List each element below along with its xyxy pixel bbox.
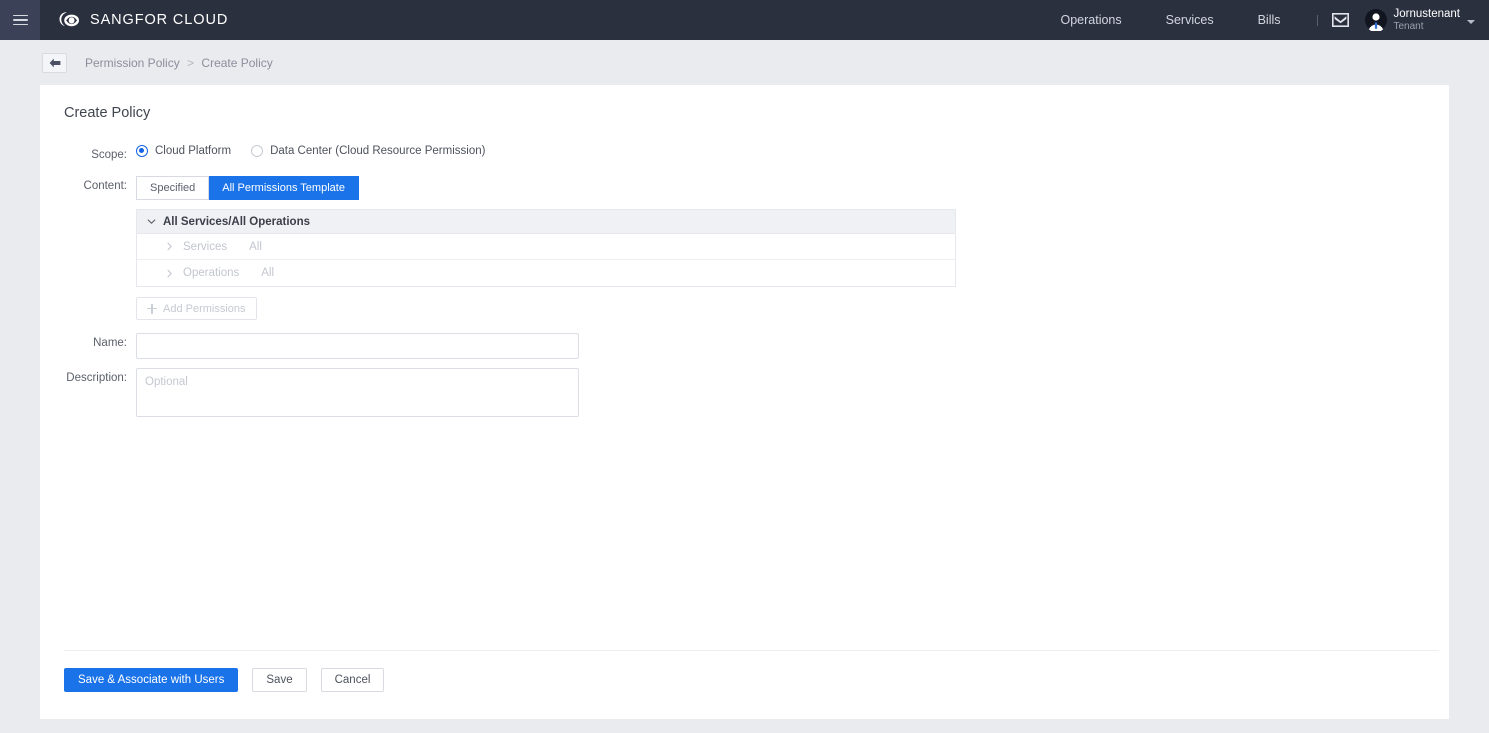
permission-tree-header-label: All Services/All Operations (163, 215, 311, 228)
tree-row-services-key: Services (183, 240, 228, 253)
plus-icon (147, 303, 157, 314)
breadcrumb-current: Create Policy (201, 55, 273, 70)
user-role: Tenant (1393, 20, 1424, 32)
brand-title: SANGFOR CLOUD (90, 12, 229, 28)
footer-divider (64, 650, 1439, 651)
chevron-right-icon (167, 242, 172, 251)
tree-row-operations-key: Operations (183, 267, 240, 279)
brand[interactable]: SANGFOR CLOUD (56, 9, 228, 31)
content-label: Content: (83, 180, 127, 192)
permission-tree: All Services/All Operations Services All (136, 209, 956, 287)
tree-row-operations[interactable]: Operations All (137, 260, 955, 286)
tree-row-operations-value: All (261, 267, 275, 279)
cloud-logo-icon (59, 12, 79, 27)
top-navigation: Operations Services Bills Jornustenant T… (1038, 0, 1489, 40)
permission-tree-header[interactable]: All Services/All Operations (137, 210, 955, 234)
tree-row-services-value: All (249, 240, 262, 253)
top-header-bar: SANGFOR CLOUD Operations Services Bills … (0, 0, 1489, 40)
form-row-description: Description: (40, 368, 1449, 417)
radio-label-data-center: Data Center (Cloud Resource Permission) (270, 145, 486, 157)
footer-action-bar: Save & Associate with Users Save Cancel (64, 668, 385, 692)
tree-row-services[interactable]: Services All (137, 234, 955, 260)
page-title: Create Policy (64, 105, 151, 121)
chevron-right-icon (167, 269, 172, 277)
radio-indicator-unselected (251, 145, 264, 157)
user-menu[interactable]: Jornustenant Tenant (1355, 0, 1489, 40)
breadcrumb-parent[interactable]: Permission Policy (85, 56, 180, 70)
form-row-scope: Scope: Cloud Platform Data Center (Cloud… (40, 145, 1449, 171)
radio-data-center[interactable]: Data Center (Cloud Resource Permission) (251, 145, 485, 157)
description-textarea[interactable] (136, 368, 579, 417)
scope-radio-group: Cloud Platform Data Center (Cloud Resour… (136, 145, 505, 157)
back-button[interactable] (42, 52, 67, 73)
hamburger-icon (12, 14, 28, 26)
menu-toggle-button[interactable] (0, 0, 40, 40)
permission-tree-wrapper: All Services/All Operations Services All (136, 209, 956, 320)
cancel-button[interactable]: Cancel (320, 668, 385, 692)
radio-cloud-platform[interactable]: Cloud Platform (136, 145, 231, 157)
user-name: Jornustenant (1393, 7, 1461, 20)
user-identity: Jornustenant Tenant (1394, 8, 1461, 33)
create-policy-form: Scope: Cloud Platform Data Center (Cloud… (40, 145, 1449, 417)
content-tab-group: Specified All Permissions Template (136, 176, 956, 200)
nav-item-bills[interactable]: Bills (1236, 0, 1303, 40)
add-permissions-button: Add Permissions (136, 297, 257, 320)
nav-item-operations[interactable]: Operations (1038, 0, 1143, 40)
radio-indicator-selected (136, 145, 148, 157)
arrow-left-icon (49, 58, 60, 67)
add-permissions-label: Add Permissions (163, 302, 246, 315)
breadcrumb-separator: > (187, 55, 195, 70)
nav-divider (1316, 14, 1318, 26)
save-and-associate-button[interactable]: Save & Associate with Users (64, 668, 239, 692)
name-input[interactable] (136, 333, 579, 359)
nav-item-services[interactable]: Services (1144, 0, 1236, 40)
chevron-down-icon (1467, 20, 1475, 24)
name-label: Name: (93, 337, 127, 349)
breadcrumb: Permission Policy > Create Policy (85, 56, 273, 70)
breadcrumb-bar: Permission Policy > Create Policy (0, 40, 1489, 85)
scope-label: Scope: (91, 149, 127, 161)
form-row-name: Name: (40, 333, 1449, 359)
mail-icon[interactable] (1331, 13, 1349, 27)
user-avatar-icon (1364, 9, 1387, 31)
description-label: Description: (66, 372, 127, 384)
tab-specified[interactable]: Specified (136, 176, 210, 200)
create-policy-card: Create Policy Scope: Cloud Platform Data… (40, 85, 1449, 719)
radio-label-cloud-platform: Cloud Platform (155, 145, 232, 157)
chevron-down-icon (147, 219, 156, 224)
save-button[interactable]: Save (252, 668, 307, 692)
form-row-content: Content: Specified All Permissions Templ… (40, 176, 1449, 320)
tab-all-permissions-template[interactable]: All Permissions Template (209, 176, 359, 200)
